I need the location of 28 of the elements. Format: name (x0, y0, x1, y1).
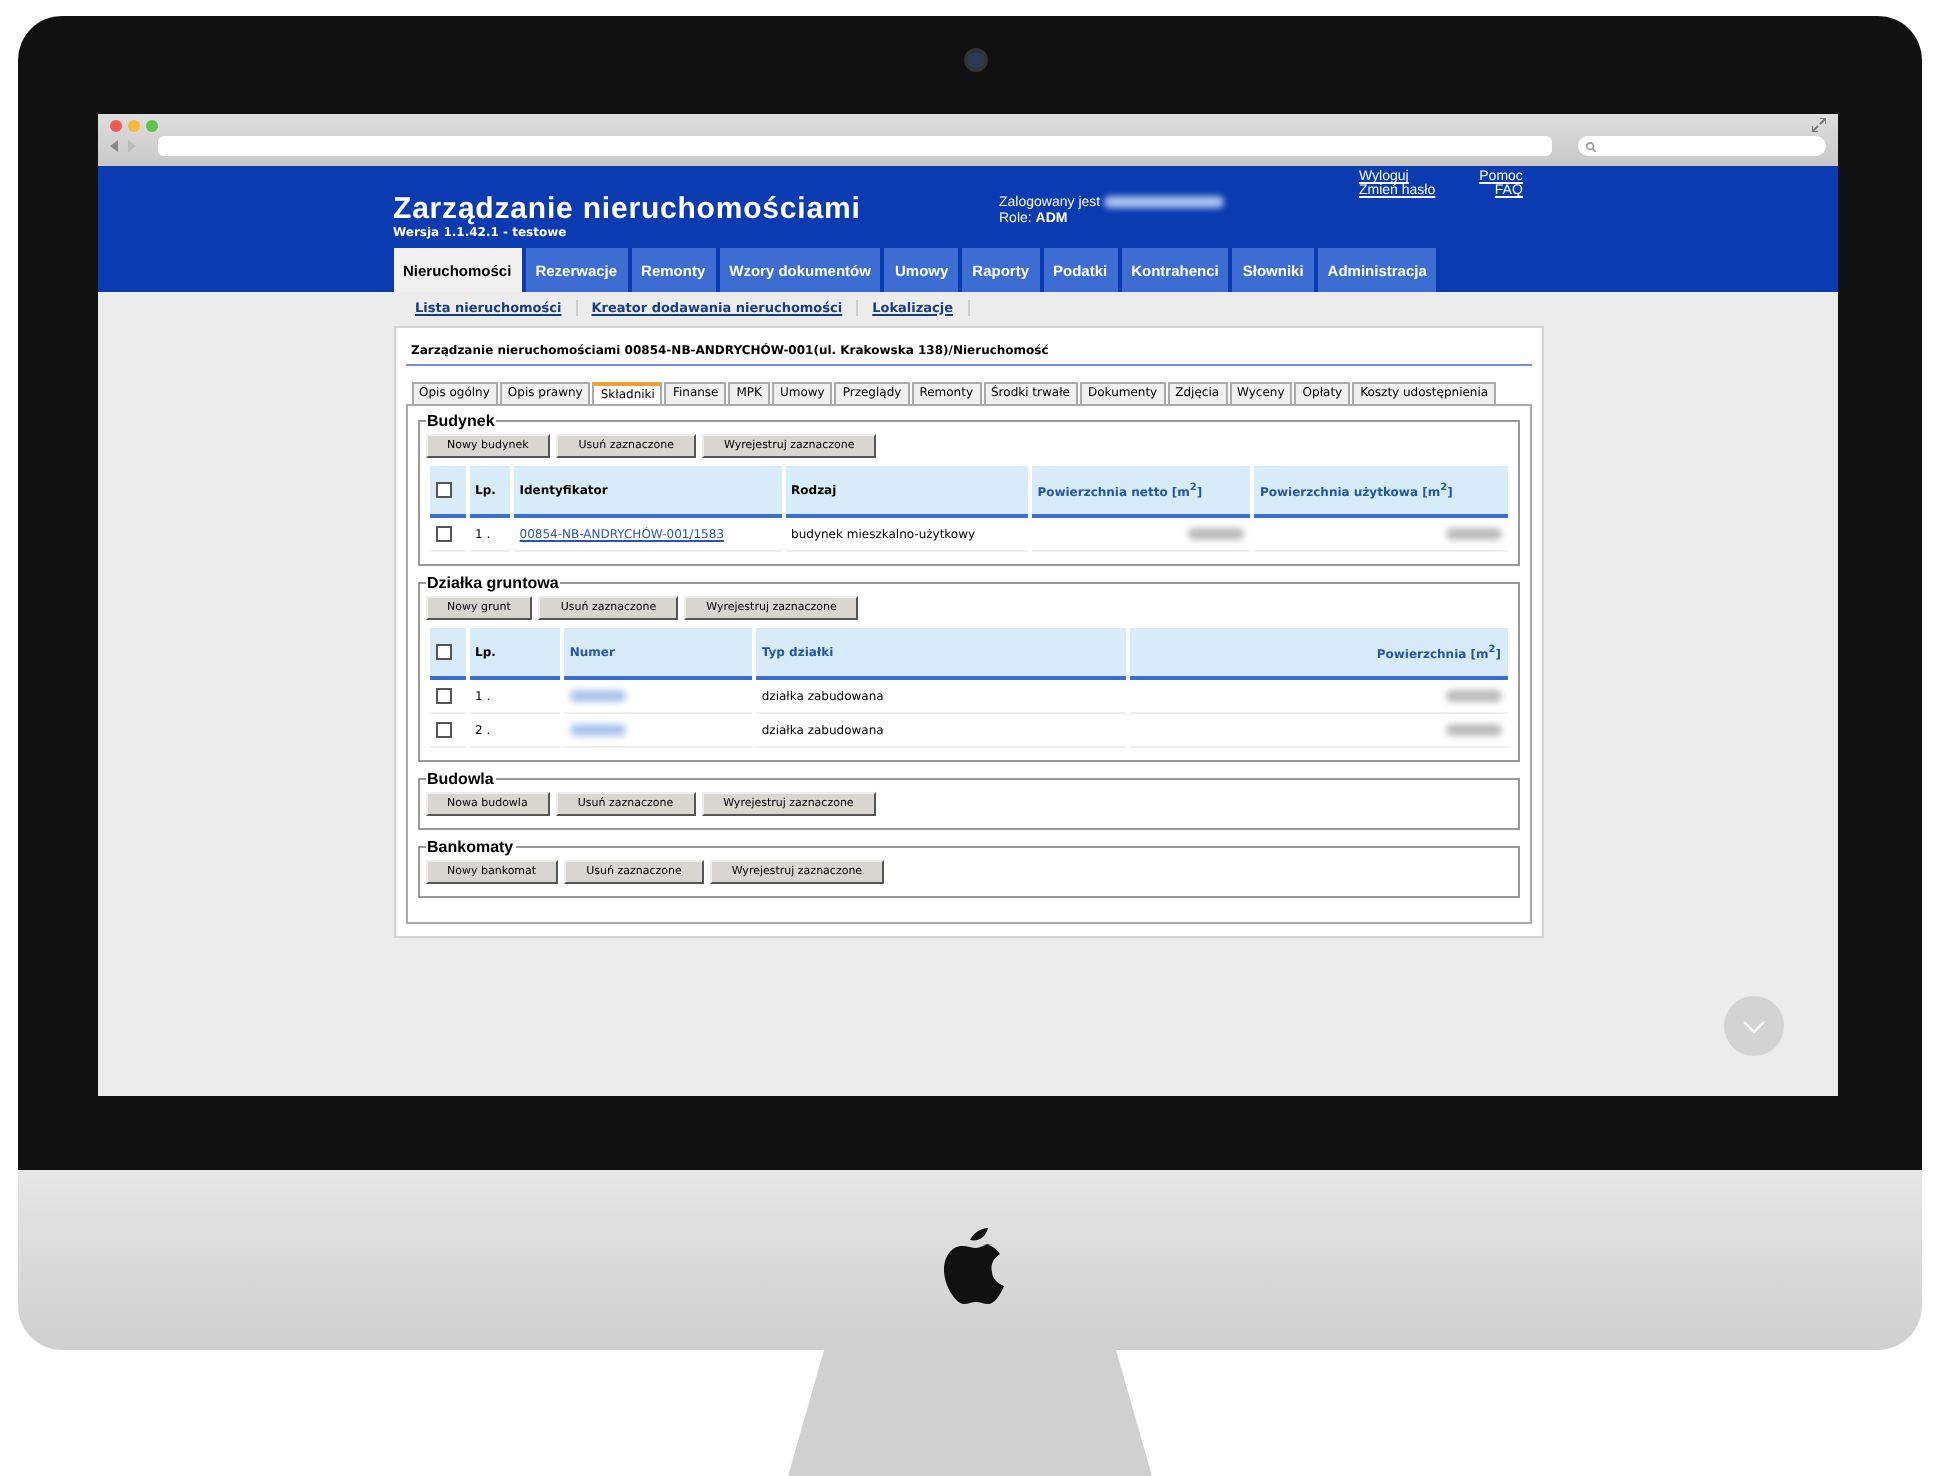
search-field[interactable] (1578, 136, 1826, 156)
checkbox[interactable] (435, 722, 451, 738)
chevron-down-icon (1742, 1019, 1766, 1033)
search-icon (1586, 141, 1596, 151)
checkbox[interactable] (435, 526, 451, 542)
redacted-text (1445, 723, 1501, 736)
back-icon[interactable] (110, 140, 120, 152)
minimize-icon[interactable] (128, 119, 140, 131)
checkbox[interactable] (435, 644, 451, 660)
redacted-text (1445, 689, 1501, 702)
address-field[interactable] (158, 136, 1552, 156)
forward-icon[interactable] (126, 140, 136, 152)
section-title: Budowla (425, 770, 496, 788)
section-title: Budynek (425, 412, 497, 430)
camera-icon (964, 48, 988, 72)
fullscreen-icon[interactable] (1812, 118, 1826, 132)
section-title: Bankomaty (425, 838, 516, 856)
app-title: Zarządzanie nieruchomościami (393, 192, 863, 226)
redacted-text (569, 723, 626, 736)
checkbox[interactable] (435, 688, 451, 704)
close-icon[interactable] (110, 119, 122, 131)
zoom-icon[interactable] (146, 119, 158, 131)
redacted-text (1187, 527, 1244, 540)
checkbox[interactable] (435, 482, 451, 498)
redacted-text (1104, 196, 1225, 209)
section-title: Działka gruntowa (425, 574, 561, 592)
redacted-text (569, 689, 626, 702)
redacted-text (1445, 527, 1501, 540)
